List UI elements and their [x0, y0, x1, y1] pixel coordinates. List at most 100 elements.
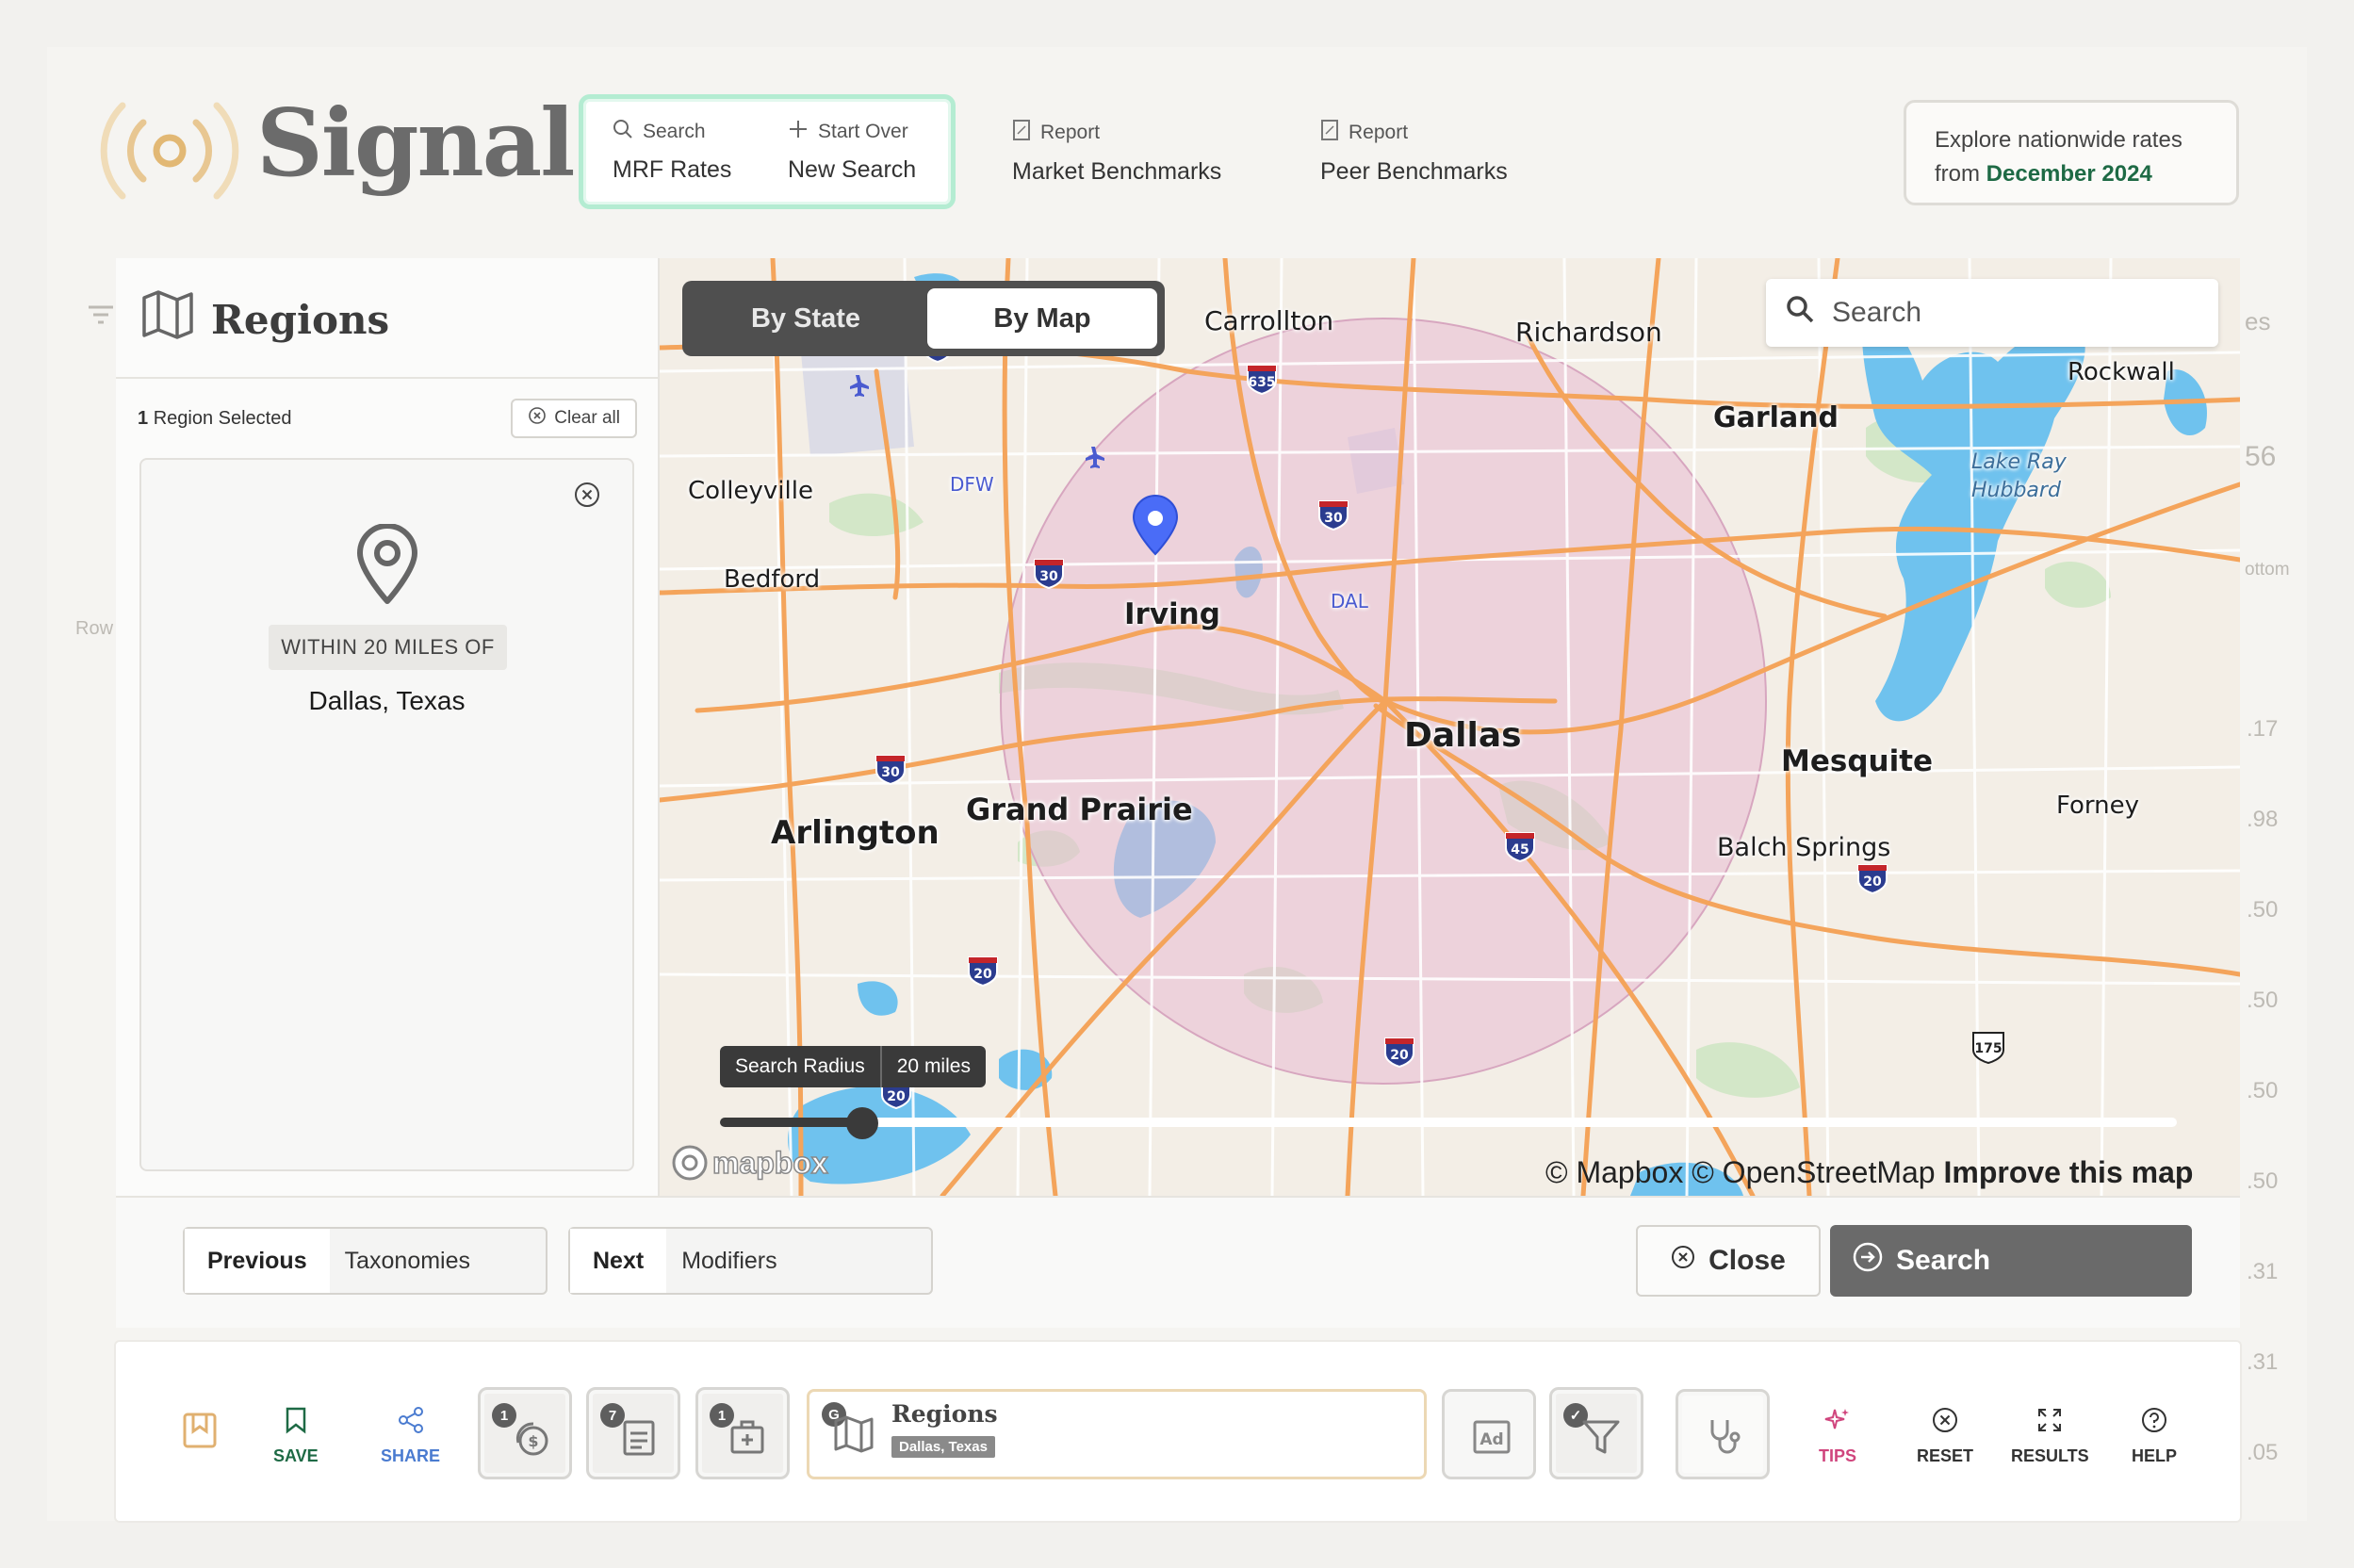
nav-start-over[interactable]: Start Over New Search	[788, 119, 916, 184]
previous-button[interactable]: Previous Taxonomies	[183, 1227, 548, 1295]
map-city-label: Richardson	[1515, 317, 1662, 348]
sparkles-icon	[1823, 1406, 1852, 1439]
document-list-icon	[617, 1416, 659, 1462]
bg-value: .31	[2247, 1259, 2279, 1284]
reset-label: RESET	[1917, 1446, 1974, 1465]
radius-slider-fill	[720, 1118, 861, 1127]
interstate-shield: 20	[1384, 1037, 1414, 1069]
map-city-label: Forney	[2056, 792, 2140, 820]
save-label: SAVE	[273, 1446, 319, 1465]
map-city-label: Balch Springs	[1717, 833, 1891, 862]
interstate-shield: 635	[1247, 365, 1277, 396]
bg-value: .50	[2247, 1078, 2279, 1103]
search-icon	[613, 119, 633, 145]
share-button[interactable]: SHARE	[381, 1406, 440, 1466]
map-city-label: Grand Prairie	[966, 792, 1193, 827]
close-circle-icon	[1671, 1245, 1695, 1277]
help-button[interactable]: HELP	[2132, 1406, 2177, 1466]
filter-icon	[87, 303, 115, 333]
nav-market-benchmarks[interactable]: Report Market Benchmarks	[1012, 119, 1221, 186]
medical-bag-icon	[727, 1416, 768, 1462]
help-label: HELP	[2132, 1446, 2178, 1465]
mapbox-logo-text: mapbox	[711, 1145, 828, 1181]
attribution-osm[interactable]: © OpenStreetMap	[1692, 1155, 1935, 1189]
map-airport-label: DFW	[950, 473, 994, 496]
by-state-tab[interactable]: By State	[697, 288, 914, 349]
map-city-label: Mesquite	[1781, 744, 1934, 778]
radius-label-text: Search Radius	[735, 1055, 865, 1077]
modifiers-filter-tile[interactable]: ✓	[1549, 1387, 1643, 1479]
close-button[interactable]: Close	[1636, 1225, 1821, 1297]
explore-rates-button[interactable]: Explore nationwide rates from December 2…	[1904, 100, 2239, 205]
selected-count: 1	[138, 407, 149, 429]
explore-prefix: from	[1935, 161, 1980, 187]
by-map-tab[interactable]: By Map	[927, 288, 1157, 349]
remove-region-icon[interactable]	[573, 481, 601, 514]
bg-value: .31	[2247, 1349, 2279, 1375]
svg-text:$: $	[528, 1432, 538, 1450]
bookmark-icon[interactable]	[181, 1411, 219, 1455]
svg-text:Ad: Ad	[1479, 1430, 1503, 1449]
search-radius-label: Search Radius 20 miles	[720, 1046, 986, 1087]
nav-big-label: New Search	[788, 156, 917, 183]
svg-text:30: 30	[1324, 511, 1343, 526]
search-button[interactable]: Search	[1830, 1225, 2192, 1297]
providers-filter-tile[interactable]: 1	[695, 1387, 790, 1479]
rates-filter-tile[interactable]: 1 $	[478, 1387, 572, 1479]
regions-tile-title: Regions	[891, 1400, 998, 1428]
search-label: Search	[1896, 1245, 1991, 1276]
improve-map-link[interactable]: Improve this map	[1943, 1155, 2193, 1189]
svg-text:45: 45	[1511, 842, 1528, 858]
svg-text:635: 635	[1248, 375, 1275, 390]
bg-value: .50	[2247, 988, 2279, 1013]
map-attribution: © Mapbox © OpenStreetMap Improve this ma…	[1545, 1155, 2193, 1190]
map-airport-label: DAL	[1331, 590, 1368, 612]
map-icon	[833, 1415, 875, 1458]
close-circle-icon	[528, 406, 547, 431]
next-button[interactable]: Next Modifiers	[568, 1227, 933, 1295]
map-city-label: Garland	[1713, 401, 1839, 434]
interstate-shield: 20	[1857, 864, 1888, 895]
svg-text:30: 30	[1039, 569, 1058, 584]
previous-label: Previous	[185, 1229, 330, 1293]
clinical-filter-tile[interactable]	[1676, 1389, 1770, 1479]
funnel-icon	[1580, 1416, 1622, 1462]
nav-search-mrf[interactable]: Search MRF Rates	[613, 119, 731, 184]
map-search-placeholder: Search	[1832, 297, 1922, 328]
clear-all-button[interactable]: Clear all	[511, 399, 637, 438]
attribution-mapbox[interactable]: © Mapbox	[1545, 1155, 1683, 1189]
bg-label: es	[2245, 307, 2271, 335]
tips-button[interactable]: TIPS	[1819, 1406, 1856, 1466]
expand-icon	[2035, 1406, 2064, 1439]
map-city-label: Bedford	[724, 565, 821, 594]
bg-value: .98	[2247, 807, 2279, 832]
search-icon	[1785, 294, 1815, 332]
report-icon	[1012, 119, 1031, 147]
stethoscope-icon	[1705, 1416, 1746, 1462]
radius-description: WITHIN 20 MILES OF	[269, 625, 507, 670]
bg-value: .50	[2247, 897, 2279, 923]
nav-small-label: Report	[1349, 122, 1409, 143]
ad-filter-tile[interactable]: Ad	[1442, 1389, 1536, 1479]
map-search-input[interactable]: Search	[1766, 279, 2218, 347]
reset-button[interactable]: RESET	[1917, 1406, 1973, 1466]
share-icon	[397, 1406, 425, 1439]
nav-peer-benchmarks[interactable]: Report Peer Benchmarks	[1320, 119, 1508, 186]
interstate-shield: 20	[968, 956, 998, 988]
map-city-label: Colleyville	[688, 477, 813, 505]
taxonomies-filter-tile[interactable]: 7	[586, 1387, 680, 1479]
us-route-shield: 175	[1972, 1032, 2004, 1065]
save-button[interactable]: SAVE	[273, 1406, 319, 1466]
mapbox-logo[interactable]: mapbox	[671, 1144, 828, 1182]
region-place: Dallas, Texas	[308, 686, 466, 715]
regions-title: Regions	[211, 296, 390, 343]
radius-slider-thumb[interactable]	[846, 1107, 878, 1139]
clear-all-label: Clear all	[554, 408, 620, 428]
interstate-shield: 45	[1505, 832, 1535, 863]
map-icon	[141, 290, 194, 349]
map-city-label: Rockwall	[2068, 358, 2175, 386]
radius-slider-track[interactable]	[720, 1118, 2177, 1127]
bg-row-label: Row	[75, 618, 114, 639]
results-button[interactable]: RESULTS	[2011, 1406, 2089, 1466]
share-label: SHARE	[381, 1446, 441, 1465]
